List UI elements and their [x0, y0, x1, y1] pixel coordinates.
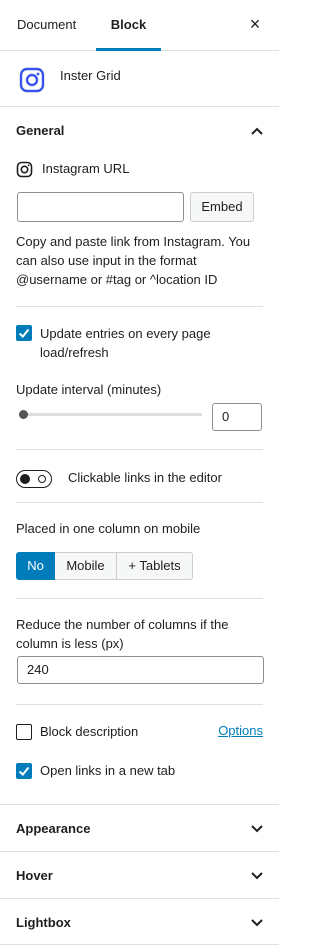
close-icon[interactable]: ×: [246, 15, 264, 33]
divider: [16, 502, 263, 503]
update-entries-label: Update entries on every page load/refres…: [40, 326, 211, 360]
update-entries-checkbox[interactable]: [16, 325, 32, 341]
instagram-icon: [19, 67, 45, 93]
one-column-label: Placed in one column on mobile: [16, 521, 201, 536]
general-panel-toggle[interactable]: General: [0, 108, 279, 154]
one-column-option-no[interactable]: No: [16, 552, 55, 580]
update-interval-label: Update interval (minutes): [16, 382, 162, 397]
instagram-small-icon: [16, 161, 33, 178]
lightbox-panel-title: Lightbox: [16, 915, 71, 930]
general-panel-title: General: [16, 123, 65, 138]
sidebar-tabs: Document Block ×: [0, 0, 279, 51]
reduce-columns-input[interactable]: 240: [17, 656, 264, 684]
lightbox-panel-toggle[interactable]: Lightbox: [0, 898, 279, 945]
update-interval-input[interactable]: 0: [212, 403, 262, 431]
update-interval-slider-thumb[interactable]: [19, 410, 28, 419]
block-card: Inster Grid: [0, 51, 279, 107]
chevron-up-icon: [251, 127, 263, 135]
clickable-links-label: Clickable links in the editor: [68, 470, 222, 485]
options-link[interactable]: Options: [218, 723, 263, 738]
divider: [16, 306, 263, 307]
toggle-knob: [20, 474, 30, 484]
appearance-panel-title: Appearance: [16, 821, 91, 836]
check-icon: [18, 328, 30, 338]
divider: [16, 598, 263, 599]
reduce-columns-label: Reduce the number of columns if the colu…: [16, 617, 229, 651]
instagram-url-input[interactable]: [17, 192, 184, 222]
embed-button[interactable]: Embed: [190, 192, 254, 222]
divider: [16, 704, 263, 705]
block-title: Inster Grid: [60, 68, 121, 83]
chevron-down-icon: [251, 919, 263, 927]
appearance-panel-toggle[interactable]: Appearance: [0, 804, 279, 851]
instagram-help-text: Copy and paste link from Instagram. You …: [16, 234, 251, 287]
block-description-checkbox[interactable]: [16, 724, 32, 740]
chevron-down-icon: [251, 825, 263, 833]
chevron-down-icon: [251, 872, 263, 880]
tab-block[interactable]: Block: [96, 0, 161, 51]
update-interval-slider-track[interactable]: [22, 413, 202, 416]
hover-panel-title: Hover: [16, 868, 53, 883]
one-column-option-mobile[interactable]: Mobile: [55, 552, 117, 580]
instagram-url-label: Instagram URL: [42, 161, 130, 176]
open-links-checkbox[interactable]: [16, 763, 32, 779]
clickable-links-toggle[interactable]: [16, 470, 52, 488]
divider: [16, 449, 263, 450]
one-column-option-tablets[interactable]: + Tablets: [117, 552, 193, 580]
block-description-label: Block description: [40, 724, 139, 739]
check-icon: [18, 766, 30, 776]
tab-document[interactable]: Document: [17, 0, 76, 50]
open-links-label: Open links in a new tab: [40, 763, 176, 778]
toggle-off-indicator: [38, 475, 46, 483]
hover-panel-toggle[interactable]: Hover: [0, 851, 279, 898]
